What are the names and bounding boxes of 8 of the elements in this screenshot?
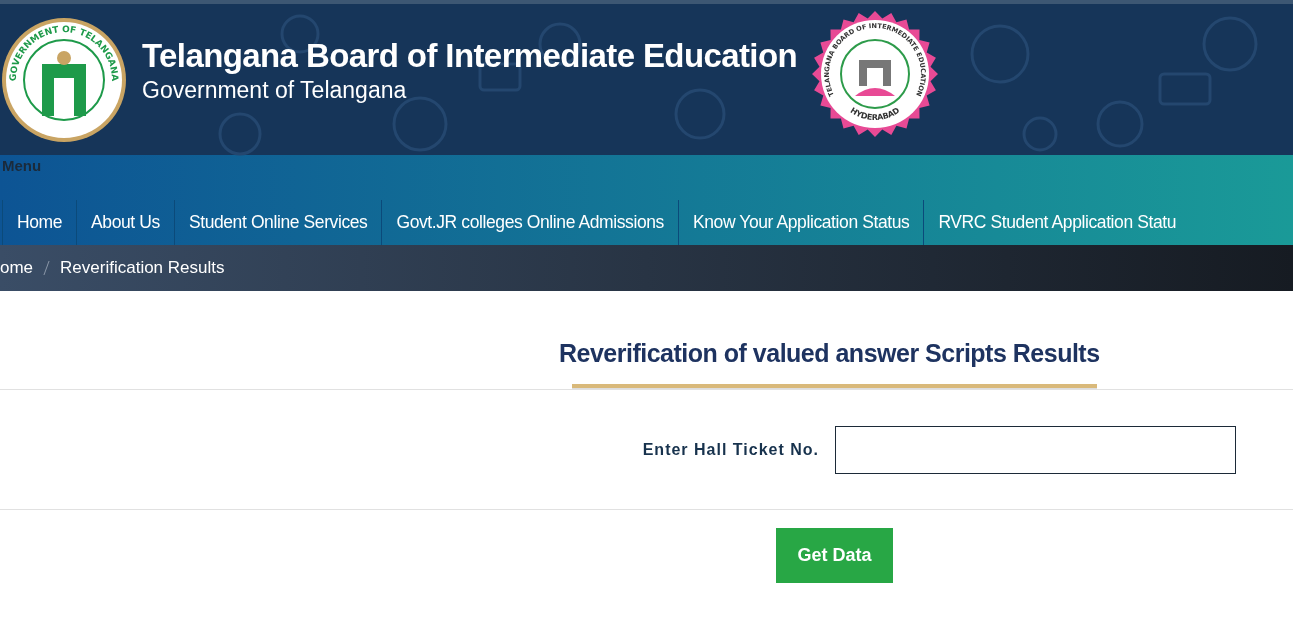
hall-ticket-field[interactable]	[835, 425, 1236, 474]
site-subtitle: Government of Telangana	[142, 77, 408, 104]
menu-label: Menu	[1, 156, 43, 176]
breadcrumb-link[interactable]: Reverification Results	[60, 258, 225, 278]
page-title: Reverification of valued answer Scripts Results	[559, 339, 1101, 368]
hall-ticket-label: Enter Hall Ticket No.	[642, 440, 819, 459]
site-title: Telangana Board of Intermediate Education	[142, 37, 798, 75]
breadcrumb-link[interactable]: ome	[0, 258, 34, 278]
